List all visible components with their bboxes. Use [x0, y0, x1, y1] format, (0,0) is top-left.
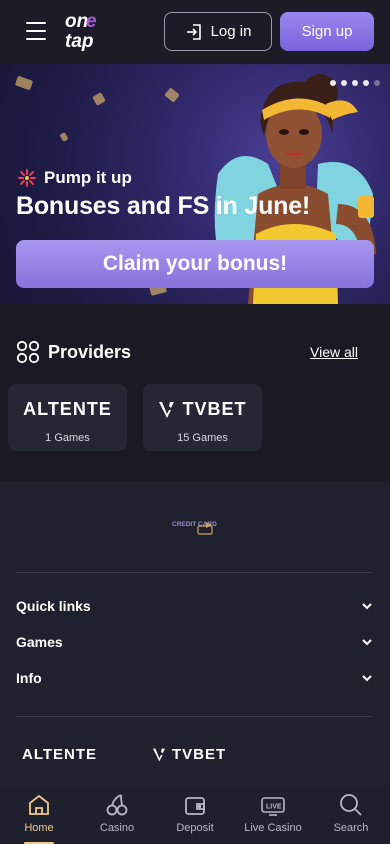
accordion-games[interactable]: Games [16, 630, 374, 654]
provider-name: TVBET [182, 399, 247, 419]
accordion-quick-links[interactable]: Quick links [16, 594, 374, 618]
provider-game-count: 1 Games [45, 432, 90, 444]
svg-text:LIVE: LIVE [266, 804, 282, 811]
nav-label: Live Casino [244, 822, 302, 834]
carousel-dots[interactable] [330, 80, 380, 86]
carousel-dot[interactable] [363, 80, 369, 86]
top-header: on e tap Log in Sign up [0, 0, 390, 64]
chevron-down-icon [362, 639, 372, 646]
promo-tag: Pump it up [18, 168, 132, 188]
carousel-dot[interactable] [330, 80, 336, 86]
providers-title: Providers [16, 340, 131, 364]
accordion-label: Info [16, 670, 42, 686]
grid-icon [16, 340, 40, 364]
site-logo[interactable]: on e tap [64, 9, 100, 53]
nav-label: Casino [99, 822, 135, 834]
nav-label: Deposit [176, 822, 214, 834]
promo-tag-label: Pump it up [44, 168, 132, 187]
promo-banner[interactable]: Pump it up Bonuses and FS in June! Claim… [0, 64, 390, 304]
home-icon [29, 794, 49, 815]
footer-divider [16, 572, 372, 573]
footer-logo-tvbet: TVBET [172, 746, 227, 763]
nav-label: Search [333, 822, 369, 834]
footer-divider [16, 716, 372, 717]
provider-name: ALTENTE [23, 399, 112, 419]
nav-live-casino[interactable]: LIVE Live Casino [234, 786, 312, 844]
provider-game-count: 15 Games [177, 432, 228, 444]
cherries-icon [106, 794, 128, 816]
menu-icon[interactable] [26, 22, 46, 40]
chevron-down-icon [362, 675, 372, 682]
svg-text:e: e [86, 11, 97, 32]
bottom-nav: Home Casino Deposit LIVE Live Casino Sea… [0, 786, 390, 844]
providers-title-label: Providers [48, 341, 132, 362]
footer-logo-tvbet-wrap: TVBET [152, 746, 226, 763]
nav-search[interactable]: Search [312, 786, 390, 844]
accordion-info[interactable]: Info [16, 666, 374, 690]
search-icon [340, 794, 362, 816]
accordion-label: Quick links [16, 598, 91, 614]
svg-text:tap: tap [65, 31, 94, 52]
accordion-label: Games [16, 634, 63, 650]
carousel-dot[interactable] [341, 80, 347, 86]
chevron-down-icon [362, 603, 372, 610]
tvbet-logo-icon [153, 748, 165, 761]
live-tv-icon: LIVE [261, 797, 285, 816]
promo-title: Bonuses and FS in June! [16, 192, 311, 220]
provider-card-altente[interactable]: ALTENTE 1 Games [8, 384, 127, 451]
tvbet-logo-icon [159, 401, 175, 418]
providers-section: Providers View all ALTENTE 1 Games TVBET… [0, 304, 390, 482]
nav-deposit[interactable]: Deposit [156, 786, 234, 844]
carousel-dot[interactable] [374, 80, 380, 86]
nav-home[interactable]: Home [0, 786, 78, 844]
login-label: Log in [210, 23, 252, 40]
firework-icon [18, 169, 36, 187]
signup-button[interactable]: Sign up [280, 12, 374, 51]
nav-label: Home [24, 822, 54, 834]
provider-name-wrap: TVBET [143, 399, 262, 420]
login-icon [186, 23, 201, 40]
svg-text:on: on [65, 11, 88, 32]
provider-card-tvbet[interactable]: TVBET 15 Games [143, 384, 262, 451]
claim-bonus-button[interactable]: Claim your bonus! [16, 240, 374, 288]
nav-casino[interactable]: Casino [78, 786, 156, 844]
login-button[interactable]: Log in [164, 12, 272, 51]
carousel-dot[interactable] [352, 80, 358, 86]
view-all-link[interactable]: View all [310, 344, 358, 360]
footer-logo-altente: ALTENTE [22, 746, 98, 763]
credit-card-icon: CREDIT CARD [172, 521, 217, 535]
wallet-icon [185, 797, 205, 815]
providers-header: Providers View all [16, 340, 358, 364]
